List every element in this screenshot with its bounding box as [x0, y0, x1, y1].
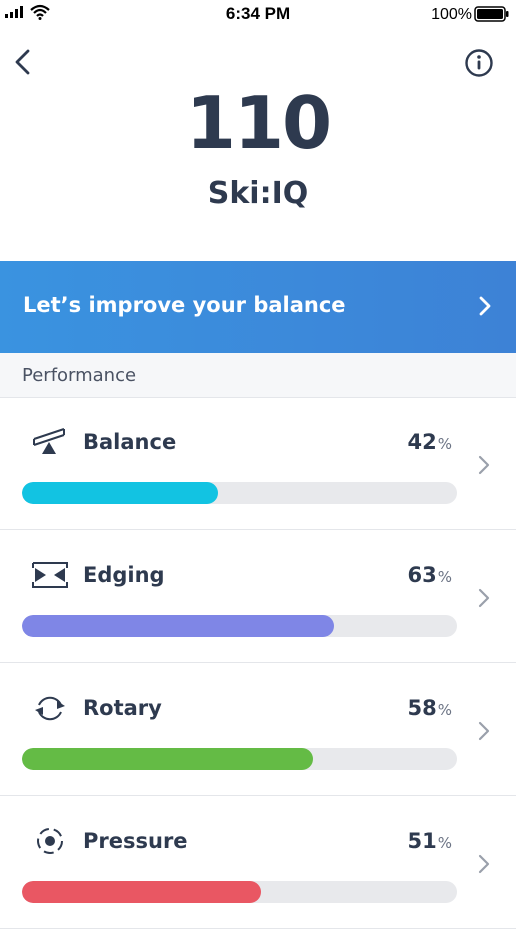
battery-icon — [474, 6, 509, 22]
metric-row-edging[interactable]: Edging 63% — [0, 530, 516, 663]
status-bar: 6:34 PM 100% — [0, 0, 516, 30]
progress-fill — [22, 615, 334, 637]
progress-track — [22, 748, 457, 770]
metric-name: Pressure — [83, 829, 188, 853]
chevron-right-icon — [478, 588, 490, 608]
chevron-left-icon — [15, 49, 30, 75]
back-button[interactable] — [12, 48, 36, 76]
chevron-right-icon — [478, 455, 490, 475]
skiiq-label: Ski:IQ — [207, 176, 309, 211]
edging-icon — [32, 562, 68, 588]
rotary-icon — [35, 696, 65, 721]
pressure-icon — [37, 828, 63, 854]
metric-row-rotary[interactable]: Rotary 58% — [0, 663, 516, 796]
skiiq-score: 110 — [185, 81, 332, 165]
metric-name: Edging — [83, 563, 165, 587]
metric-value: 63% — [407, 563, 453, 587]
metric-name: Balance — [83, 430, 177, 454]
progress-track — [22, 482, 457, 504]
performance-section-header: Performance — [0, 353, 516, 398]
improve-balance-banner[interactable]: Let’s improve your balance — [0, 261, 516, 353]
battery-percentage: 100% — [431, 6, 472, 23]
metric-row-balance[interactable]: Balance 42% — [0, 397, 516, 530]
metric-name: Rotary — [83, 696, 162, 720]
percent-unit: % — [437, 834, 452, 852]
progress-track — [22, 881, 457, 903]
chevron-right-icon — [478, 854, 490, 874]
progress-fill — [22, 482, 218, 504]
progress-fill — [22, 748, 314, 770]
progress-fill — [22, 881, 262, 903]
metric-value: 42% — [407, 430, 453, 454]
percent-unit: % — [437, 435, 452, 453]
info-icon — [465, 49, 493, 77]
section-title: Performance — [22, 365, 137, 386]
progress-track — [22, 615, 457, 637]
metric-row-pressure[interactable]: Pressure 51% — [0, 796, 516, 929]
balance-icon — [33, 428, 65, 454]
chevron-right-icon — [479, 296, 491, 316]
percent-unit: % — [437, 568, 452, 586]
chevron-right-icon — [478, 721, 490, 741]
info-button[interactable] — [464, 48, 494, 78]
banner-text: Let’s improve your balance — [23, 293, 346, 317]
metric-value: 58% — [407, 696, 453, 720]
percent-unit: % — [437, 701, 452, 719]
metric-value: 51% — [407, 829, 453, 853]
